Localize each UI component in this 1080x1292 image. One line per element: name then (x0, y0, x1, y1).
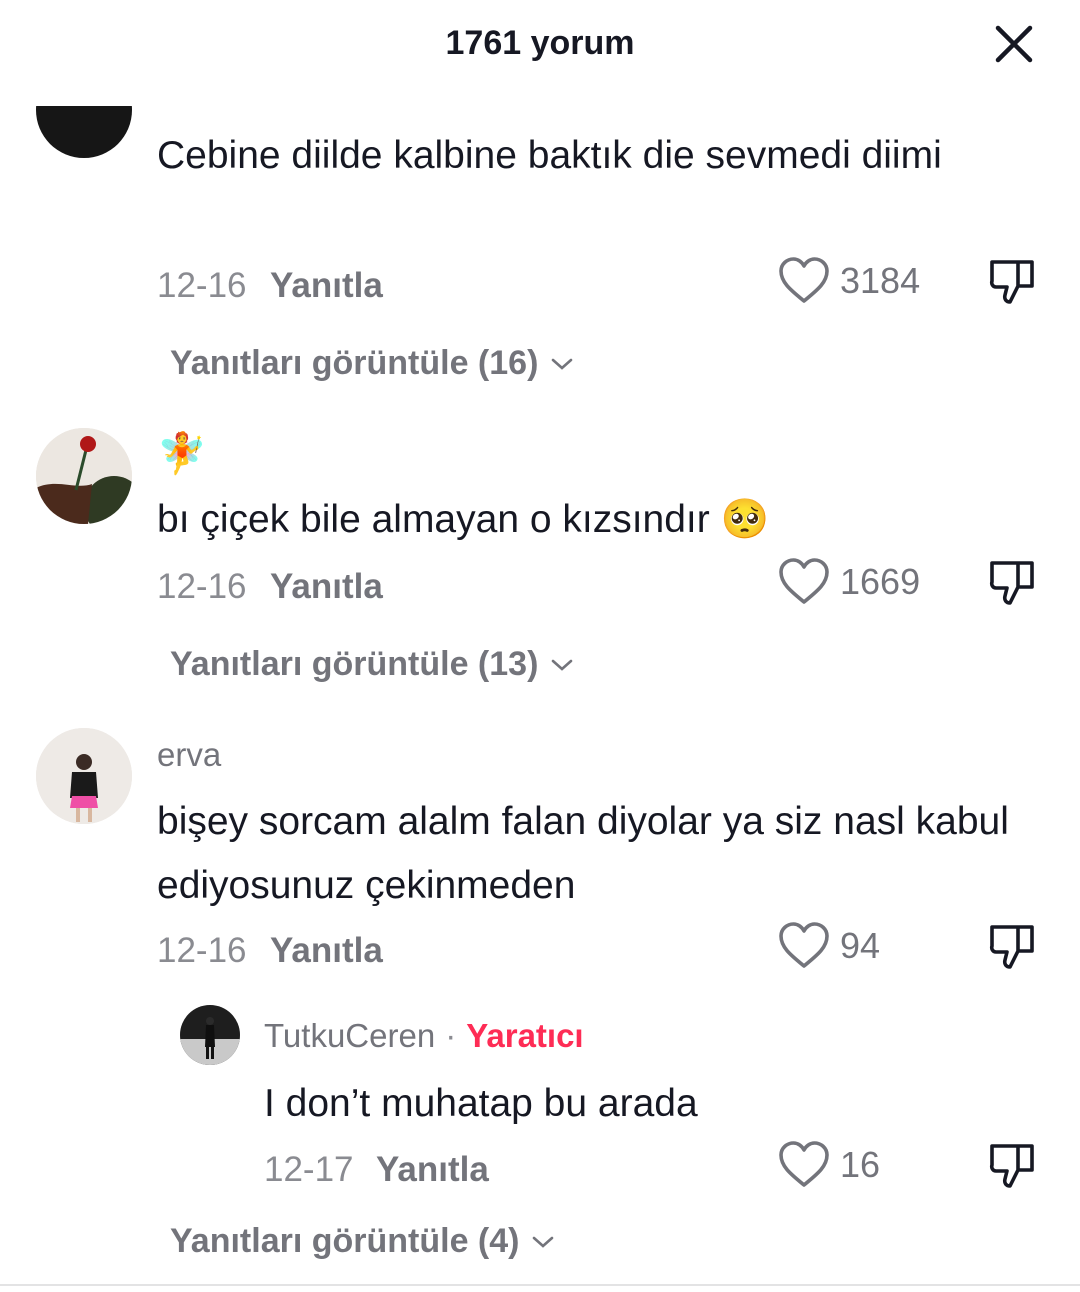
close-icon (995, 25, 1033, 63)
thumbs-down-icon (989, 260, 1034, 304)
heart-outline-icon (779, 257, 829, 303)
view-replies-label: Yanıtları görüntüle (4) (170, 1222, 520, 1260)
avatar[interactable] (36, 728, 132, 824)
heart-outline-icon (779, 922, 829, 968)
creator-badge: Yaratıcı (466, 1017, 584, 1054)
rose-photo (36, 428, 132, 524)
creator-photo (180, 1005, 240, 1065)
reply-username-line: TutkuCeren · Yaratıcı (264, 1017, 584, 1055)
chevron-down-icon (552, 659, 573, 671)
like-count: 16 (840, 1144, 881, 1185)
dislike-button[interactable] (988, 256, 1038, 306)
username[interactable]: erva (157, 736, 221, 774)
comment-date: 12-16 (157, 931, 247, 970)
view-replies-button[interactable]: Yanıtları görüntüle (4) (170, 1222, 555, 1261)
reply-button[interactable]: Yanıtla (270, 931, 383, 971)
reply-button[interactable]: Yanıtla (270, 266, 383, 306)
bottom-divider (0, 1284, 1080, 1286)
reply-button[interactable]: Yanıtla (376, 1150, 489, 1190)
separator-dot: · (445, 1017, 457, 1054)
username[interactable]: 🧚 (157, 430, 207, 477)
view-replies-button[interactable]: Yanıtları görüntüle (16) (170, 344, 574, 383)
avatar[interactable] (36, 428, 132, 524)
comment-text: Cebine diilde kalbine baktık die sevmedi… (157, 134, 942, 177)
view-replies-button[interactable]: Yanıtları görüntüle (13) (170, 645, 574, 684)
like-count: 94 (840, 925, 881, 966)
comment-text: bişey sorcam alalm falan diyolar ya siz … (157, 800, 1009, 907)
like-button[interactable]: 1669 (778, 557, 920, 607)
like-button[interactable]: 94 (778, 921, 880, 971)
like-button[interactable]: 16 (778, 1140, 880, 1190)
avatar[interactable] (180, 1005, 240, 1065)
comment-date: 12-16 (157, 567, 247, 606)
comment-text: bı çiçek bile almayan o kızsındır 🥺 (157, 498, 770, 541)
avatar[interactable] (36, 106, 132, 158)
like-count: 1669 (840, 561, 921, 602)
heart-outline-icon (779, 1141, 829, 1187)
view-replies-label: Yanıtları görüntüle (13) (170, 645, 539, 683)
chevron-down-icon (552, 358, 573, 370)
chevron-down-icon (533, 1236, 554, 1248)
dislike-button[interactable] (988, 921, 1038, 971)
like-button[interactable]: 3184 (778, 256, 920, 306)
thumbs-down-icon (989, 1144, 1034, 1188)
reply-button[interactable]: Yanıtla (270, 567, 383, 607)
reply-text: I don’t muhatap bu arada (264, 1082, 698, 1125)
dislike-button[interactable] (988, 557, 1038, 607)
dislike-button[interactable] (988, 1140, 1038, 1190)
like-count: 3184 (840, 260, 921, 301)
thumbs-down-icon (989, 925, 1034, 969)
girl-photo (36, 728, 132, 824)
heart-outline-icon (779, 558, 829, 604)
comment-date: 12-16 (157, 266, 247, 305)
comments-header-title: 1761 yorum (445, 24, 635, 62)
close-button[interactable] (992, 22, 1036, 66)
view-replies-label: Yanıtları görüntüle (16) (170, 344, 539, 382)
thumbs-down-icon (989, 561, 1034, 605)
reply-date: 12-17 (264, 1150, 354, 1189)
username[interactable]: TutkuCeren (264, 1017, 435, 1054)
